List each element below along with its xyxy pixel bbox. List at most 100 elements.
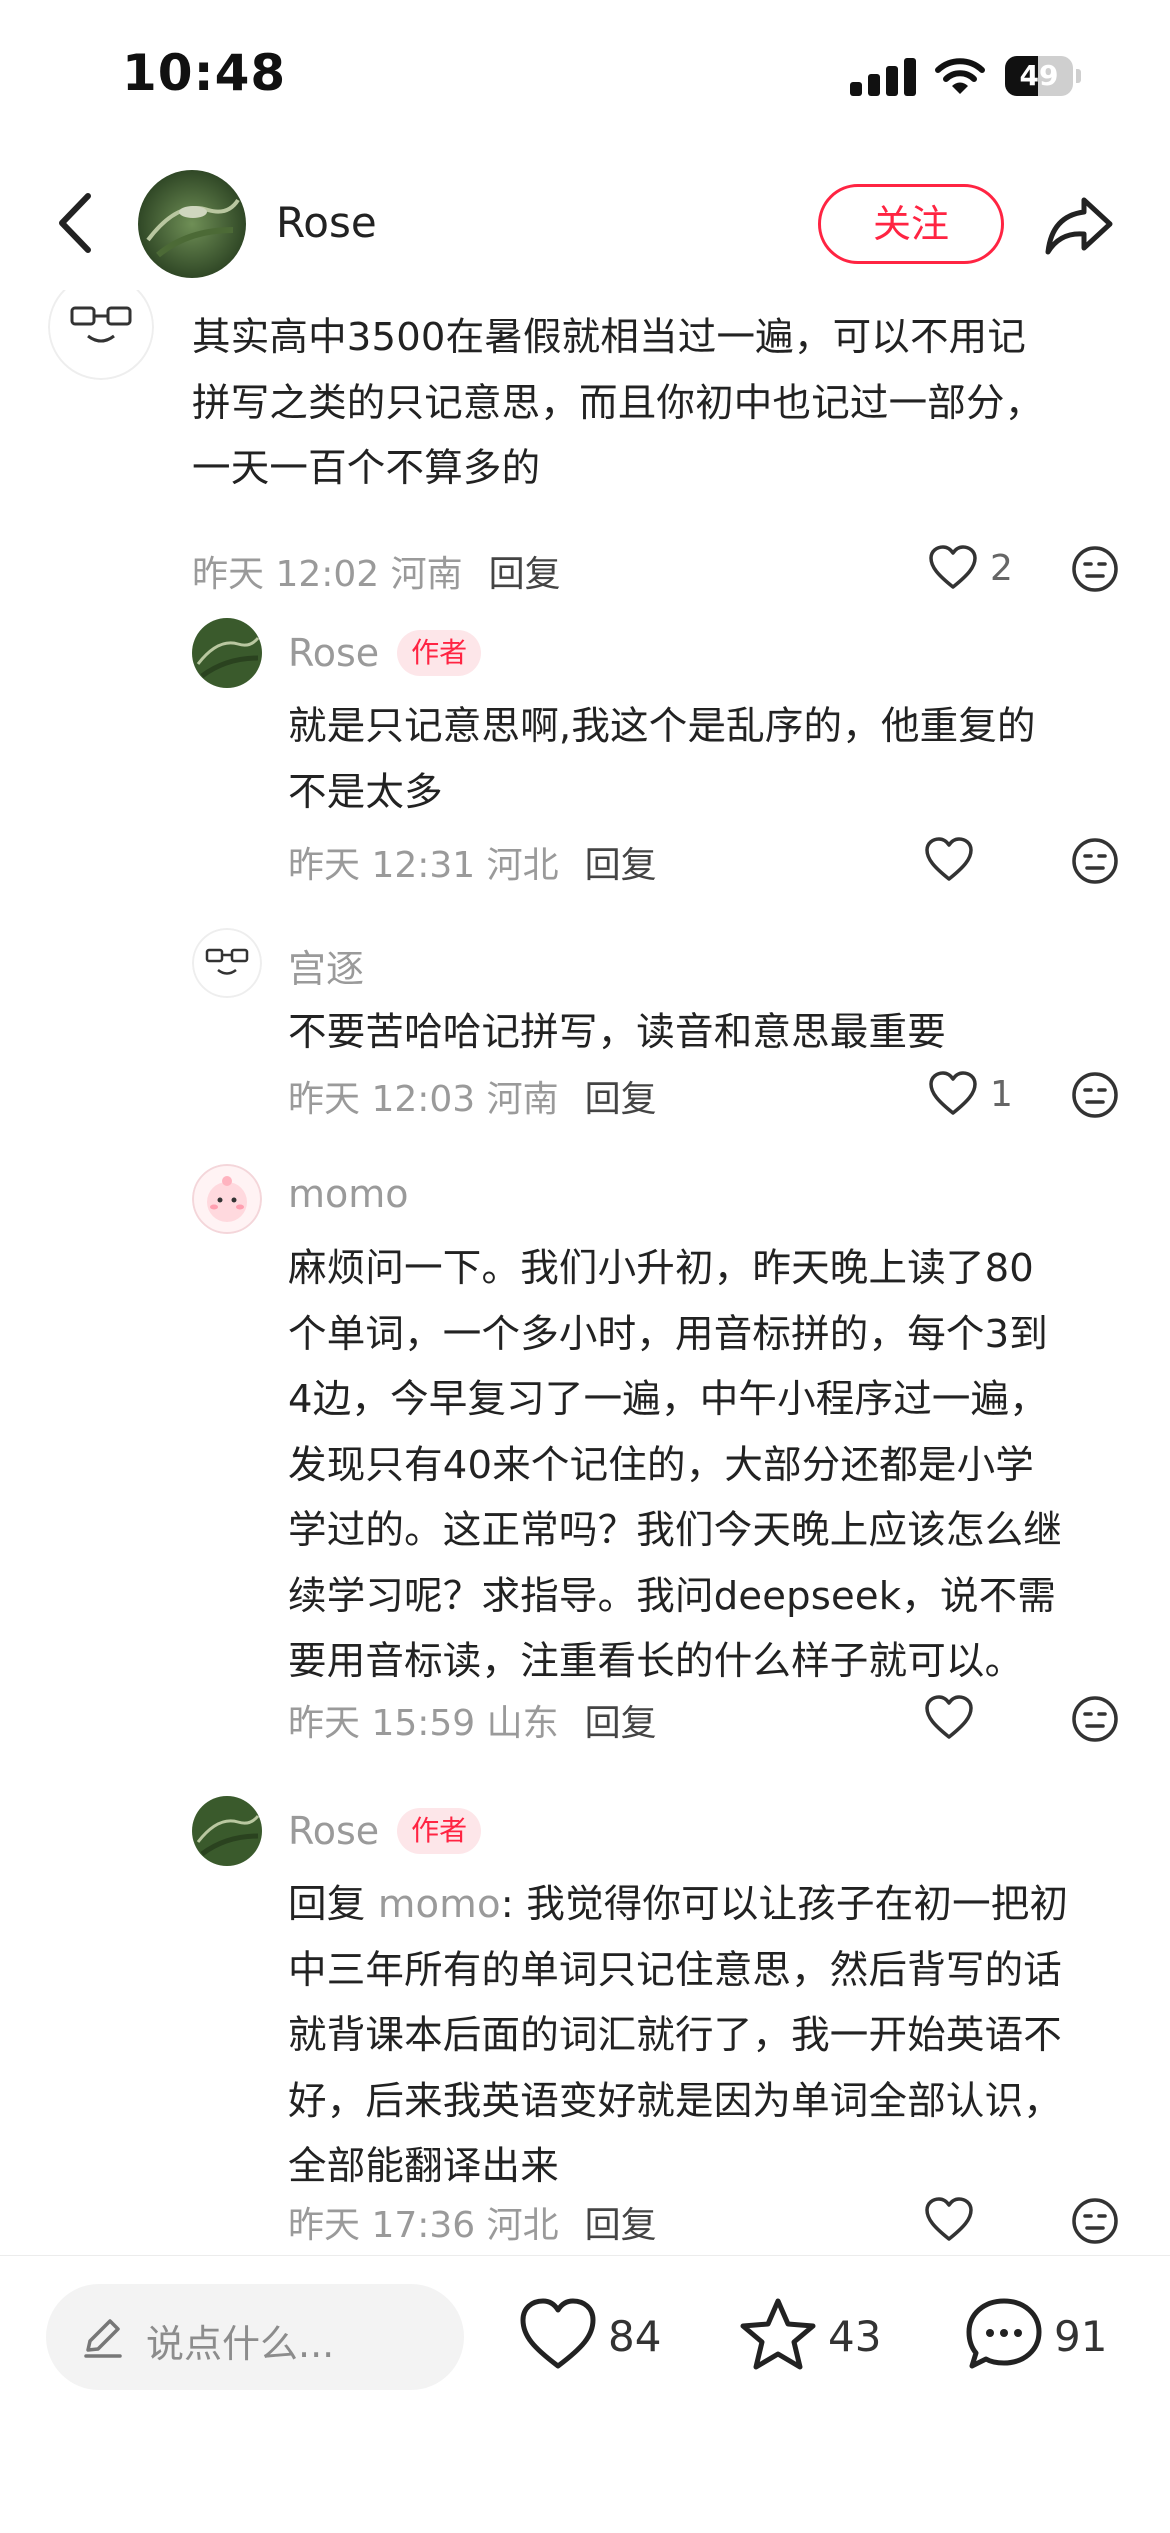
emoji-react-button[interactable] [1070, 836, 1120, 886]
collect-button[interactable]: 43 [738, 2296, 888, 2376]
comment-text: 回复 momo: 我觉得你可以让孩子在初一把初 中三年所有的单词只记住意思，然后… [288, 1872, 1068, 2200]
commenter-name[interactable]: Rose 作者 [288, 630, 482, 676]
commenter-name[interactable]: 宫逐 [288, 938, 364, 993]
commenter-name[interactable]: momo [288, 1172, 409, 1216]
comment-line: 麻烦问一下。我们小升初，昨天晚上读了80 [288, 1246, 1034, 1291]
star-icon [740, 2298, 816, 2370]
comment-line: 好，后来我英语变好就是因为单词全部认识， [288, 2078, 1063, 2124]
comment-input-placeholder: 说点什么... [146, 2322, 335, 2366]
reply-button[interactable]: 回复 [585, 845, 657, 886]
emoji-react-button[interactable] [1070, 1070, 1120, 1120]
commenter-avatar[interactable] [48, 290, 154, 380]
comment-line: 个单词，一个多小时，用音标拼的，每个3到 [288, 1311, 1048, 1357]
comment-item: 宫逐 其实高中3500在暑假就相当过一遍，可以不用记 拼写之类的只记意思，而且你… [0, 290, 1170, 595]
status-bar: 10:48 49 [0, 0, 1170, 150]
like-count: 2 [990, 548, 1013, 589]
battery-icon: 49 [1005, 56, 1085, 96]
heart-icon [925, 837, 973, 881]
heart-icon [925, 1695, 973, 1739]
like-count: 1 [990, 1074, 1013, 1115]
wifi-icon [935, 56, 985, 96]
author-tag: 作者 [397, 630, 482, 676]
back-icon [59, 193, 91, 253]
commenter-name[interactable]: Rose 作者 [288, 1808, 482, 1854]
comment-icon [966, 2298, 1042, 2369]
reply-button[interactable]: 回复 [585, 1079, 657, 1120]
emoji-react-button[interactable] [1070, 1694, 1120, 1744]
mention-link[interactable]: momo [378, 1882, 501, 1927]
comment-time-location: 昨天 12:31 河北 [288, 845, 559, 886]
comment-text: 麻烦问一下。我们小升初，昨天晚上读了80 个单词，一个多小时，用音标拼的，每个3… [288, 1236, 1062, 1695]
emoji-react-button[interactable] [1070, 544, 1120, 594]
comment-input[interactable]: 说点什么... [46, 2284, 464, 2390]
commenter-avatar[interactable] [192, 1796, 262, 1866]
comment-meta: 昨天 12:03 河南 回复 [288, 1070, 657, 1122]
comment-line: 学过的。这正常吗？我们今天晚上应该怎么继 [288, 1508, 1063, 1553]
comment-line: 就背课本后面的词汇就行了，我一开始英语不 [288, 2013, 1063, 2058]
comment-time-location: 昨天 15:59 山东 [288, 1703, 559, 1744]
collect-total: 43 [828, 2312, 882, 2361]
comments-button[interactable]: 91 [964, 2296, 1114, 2376]
comment-line: 就是只记意思啊,我这个是乱序的，他重复的 [288, 704, 1036, 749]
like-total: 84 [608, 2312, 662, 2361]
share-button[interactable] [1044, 194, 1114, 256]
emoji-icon [1072, 1072, 1118, 1118]
comment-line: 一天一百个不算多的 [192, 446, 541, 491]
back-button[interactable] [48, 188, 108, 258]
author-avatar[interactable] [138, 170, 246, 278]
comment-list[interactable]: 宫逐 其实高中3500在暑假就相当过一遍，可以不用记 拼写之类的只记意思，而且你… [0, 290, 1170, 2255]
follow-button[interactable]: 关注 [818, 184, 1004, 264]
reply-button[interactable]: 回复 [489, 554, 561, 595]
heart-icon [520, 2298, 596, 2369]
emoji-react-button[interactable] [1070, 2196, 1120, 2246]
emoji-icon [1072, 2198, 1118, 2244]
emoji-icon [1072, 1696, 1118, 1742]
author-tag: 作者 [397, 1808, 482, 1854]
comment-time-location: 昨天 17:36 河北 [288, 2205, 559, 2246]
note-header: Rose 关注 [0, 160, 1170, 290]
comment-line: 4边，今早复习了一遍，中午小程序过一遍， [288, 1377, 1048, 1422]
heart-icon [929, 545, 977, 589]
comment-line: 其实高中3500在暑假就相当过一遍，可以不用记 [192, 315, 1027, 360]
comment-text: 其实高中3500在暑假就相当过一遍，可以不用记 拼写之类的只记意思，而且你初中也… [192, 305, 1043, 502]
like-button[interactable] [924, 2196, 974, 2246]
bottom-action-bar: 说点什么... 84 43 91 [0, 2255, 1170, 2533]
comment-line: 发现只有40来个记住的，大部分还都是小学 [288, 1442, 1034, 1488]
commenter-avatar[interactable] [192, 928, 262, 998]
reply-button[interactable]: 回复 [585, 1703, 657, 1744]
like-button[interactable] [924, 1694, 974, 1744]
note-like-button[interactable]: 84 [518, 2296, 668, 2376]
pen-icon [84, 2319, 122, 2358]
comment-meta: 昨天 12:31 河北 回复 [288, 836, 657, 888]
comment-line: 中三年所有的单词只记住意思，然后背写的话 [288, 1947, 1063, 1993]
commenter-avatar[interactable] [192, 1164, 262, 1234]
heart-icon [929, 1071, 977, 1115]
comment-line: 不要苦哈哈记拼写，读音和意思最重要 [288, 1010, 946, 1055]
comment-line: 回复 momo: 我觉得你可以让孩子在初一把初 [288, 1882, 1069, 1927]
author-name[interactable]: Rose [276, 198, 377, 247]
comment-line: 续学习呢？求指导。我问deepseek，说不需 [288, 1573, 1057, 1619]
commenter-name[interactable]: 宫逐 [192, 290, 268, 295]
reply-button[interactable]: 回复 [585, 2205, 657, 2246]
comment-meta: 昨天 12:02 河南 回复 [192, 545, 561, 597]
heart-icon [925, 2197, 973, 2241]
comment-line: 不是太多 [288, 769, 443, 815]
share-icon [1045, 197, 1113, 255]
comment-meta: 昨天 17:36 河北 回复 [288, 2196, 657, 2248]
comment-text: 不要苦哈哈记拼写，读音和意思最重要 [288, 1000, 946, 1066]
comment-total: 91 [1054, 2312, 1108, 2361]
cellular-signal-icon [850, 58, 916, 96]
like-button[interactable]: 2 [928, 544, 1018, 594]
comment-line: 全部能翻译出来 [288, 2144, 559, 2189]
commenter-avatar[interactable] [192, 618, 262, 688]
emoji-icon [1072, 546, 1118, 592]
comment-line: 要用音标读，注重看长的什么样子就可以。 [288, 1639, 1024, 1684]
status-time: 10:48 [122, 44, 287, 102]
like-button[interactable]: 1 [928, 1070, 1018, 1120]
like-button[interactable] [924, 836, 974, 886]
comment-meta: 昨天 15:59 山东 回复 [288, 1694, 657, 1746]
comment-text: 就是只记意思啊,我这个是乱序的，他重复的 不是太多 [288, 694, 1036, 825]
emoji-icon [1072, 838, 1118, 884]
comment-line: 拼写之类的只记意思，而且你初中也记过一部分， [192, 380, 1044, 426]
battery-level: 49 [1019, 59, 1059, 92]
